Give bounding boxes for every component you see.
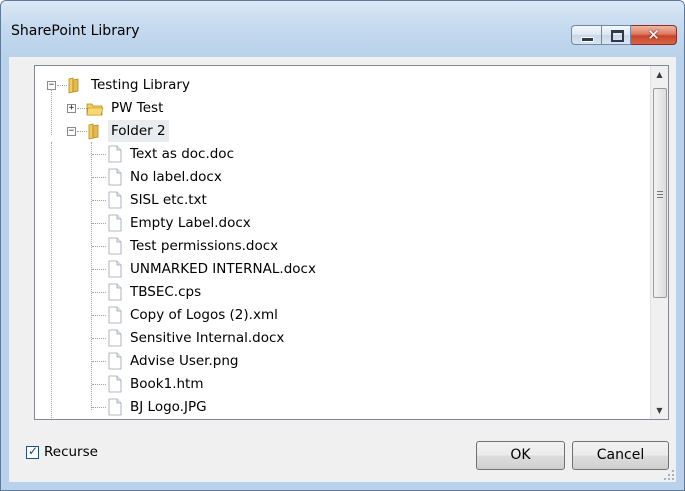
tree-node-label: No label.docx: [130, 169, 222, 185]
tree-node-file[interactable]: SISL etc.txt: [83, 189, 343, 211]
window-title: SharePoint Library: [11, 23, 140, 39]
tree-node-label: PW Test: [111, 100, 164, 116]
tree-connector: [92, 315, 106, 316]
cancel-button[interactable]: Cancel: [572, 441, 669, 470]
caption-buttons: ✕: [571, 25, 677, 47]
file-icon: [108, 260, 122, 278]
folder-open-icon: [88, 123, 99, 140]
vertical-scrollbar[interactable]: ▲ ▼: [650, 66, 668, 419]
tree-node-label: BJ Logo.JPG: [130, 399, 207, 415]
tree-node-label: Text as doc.doc: [130, 146, 234, 162]
expand-toggle-icon[interactable]: +: [67, 104, 76, 113]
tree-node-file[interactable]: Empty Label.docx: [83, 212, 343, 234]
file-icon: [108, 375, 122, 393]
tree-node-file[interactable]: Advise User.png: [83, 350, 343, 372]
library-tree-view[interactable]: − Testing Library + PW Test − Folder 2 T…: [34, 65, 669, 420]
tree-connector: [92, 361, 106, 362]
tree-connector: [92, 338, 106, 339]
file-icon: [108, 145, 122, 163]
tree-node-file[interactable]: Test permissions.docx: [83, 235, 343, 257]
tree-node-label: Folder 2: [108, 120, 169, 142]
file-icon: [108, 306, 122, 324]
file-icon: [108, 237, 122, 255]
minimize-icon: [581, 37, 594, 42]
tree-node-folder-2[interactable]: − Folder 2: [43, 120, 243, 142]
tree-node-label: Copy of Logos (2).xml: [130, 307, 278, 323]
close-button[interactable]: ✕: [631, 25, 677, 45]
tree-node-file[interactable]: Copy of Logos (2).xml: [83, 304, 343, 326]
close-icon: ✕: [647, 26, 660, 44]
tree-node-label: Test permissions.docx: [130, 238, 279, 254]
tree-node-label: UNMARKED INTERNAL.docx: [130, 261, 316, 277]
tree-connector: [51, 142, 52, 419]
grip-icon: [657, 191, 663, 198]
file-icon: [108, 329, 122, 347]
scrollbar-thumb[interactable]: [653, 88, 667, 298]
title-bar[interactable]: SharePoint Library ✕: [1, 1, 684, 57]
minimize-button[interactable]: [571, 25, 601, 45]
tree-node-label: Testing Library: [91, 77, 190, 93]
recurse-label: Recurse: [44, 444, 98, 460]
file-icon: [108, 283, 122, 301]
tree-node-file[interactable]: TBSEC.cps: [83, 281, 343, 303]
tree-node-label: TBSEC.cps: [130, 284, 202, 300]
file-icon: [108, 398, 122, 416]
tree-node-label: Empty Label.docx: [130, 215, 251, 231]
tree-node-pw-test[interactable]: + PW Test: [43, 89, 243, 135]
file-icon: [108, 191, 122, 209]
tree-connector: [92, 292, 106, 293]
file-icon: [108, 214, 122, 232]
tree-connector: [92, 269, 106, 270]
tree-node-file[interactable]: Book1.htm: [83, 373, 343, 395]
file-icon: [108, 168, 122, 186]
dialog-client-area: − Testing Library + PW Test − Folder 2 T…: [9, 57, 676, 482]
resize-grip-icon[interactable]: [664, 470, 674, 480]
tree-connector: [92, 177, 106, 178]
ok-button[interactable]: OK: [476, 441, 565, 470]
tree-node-testing-library[interactable]: − Testing Library: [43, 74, 243, 96]
tree-connector: [92, 154, 106, 155]
tree-node-label: SISL etc.txt: [130, 192, 207, 208]
tree-node-file[interactable]: Sensitive Internal.docx: [83, 327, 343, 349]
tree-connector: [92, 223, 106, 224]
dialog-window: SharePoint Library ✕ − Testing Library +…: [0, 0, 685, 491]
tree-node-label: Sensitive Internal.docx: [130, 330, 285, 346]
tree-node-file[interactable]: BJ Logo.JPG: [83, 396, 343, 418]
tree-node-label: Advise User.png: [130, 353, 239, 369]
tree-node-label: Book1.htm: [130, 376, 204, 392]
folder-open-icon: [68, 77, 79, 94]
tree-connector: [92, 407, 106, 408]
tree-node-file[interactable]: UNMARKED INTERNAL.docx: [83, 258, 343, 280]
file-icon: [108, 352, 122, 370]
tree-connector: [92, 246, 106, 247]
tree-node-file[interactable]: No label.docx: [83, 166, 343, 188]
maximize-icon: [611, 30, 624, 42]
tree-connector: [92, 384, 106, 385]
maximize-button[interactable]: [601, 25, 631, 45]
collapse-toggle-icon[interactable]: −: [67, 127, 76, 136]
recurse-option[interactable]: ✓ Recurse: [26, 444, 98, 460]
scroll-down-icon[interactable]: ▼: [651, 402, 668, 419]
tree-node-file[interactable]: Text as doc.doc: [83, 143, 343, 165]
folder-icon: [86, 103, 104, 116]
tree-connector: [92, 200, 106, 201]
recurse-checkbox[interactable]: ✓: [26, 443, 39, 459]
scroll-up-icon[interactable]: ▲: [651, 66, 668, 83]
checkmark-icon: ✓: [28, 443, 39, 458]
